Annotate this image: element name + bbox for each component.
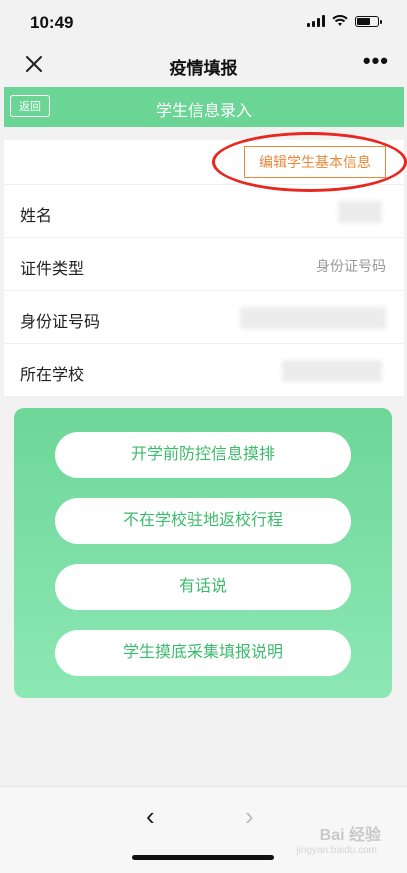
redacted-value <box>338 201 382 223</box>
redacted-value <box>240 307 386 329</box>
forward-arrow-icon[interactable]: › <box>245 801 254 832</box>
field-row-id-number[interactable]: 身份证号码 <box>4 291 404 344</box>
status-time: 10:49 <box>30 13 74 32</box>
more-options-icon[interactable]: ••• <box>363 48 389 74</box>
field-label: 姓名 <box>20 208 53 225</box>
field-value: 身份证号码 <box>316 258 386 274</box>
watermark-subtext: jingyan.baidu.com <box>296 845 377 856</box>
field-label: 所在学校 <box>20 367 85 384</box>
page-title: 疫情填报 <box>169 59 238 78</box>
signal-icon <box>307 15 325 27</box>
action-menu-panel: 开学前防控信息摸排 不在学校驻地返校行程 有话说 学生摸底采集填报说明 <box>14 408 392 698</box>
field-row-id-type[interactable]: 证件类型 身份证号码 <box>4 238 404 291</box>
redacted-value <box>282 360 382 382</box>
field-row-school[interactable]: 所在学校 <box>4 344 404 397</box>
edit-row: 编辑学生基本信息 <box>4 132 407 192</box>
feedback-button[interactable]: 有话说 <box>55 564 351 610</box>
section-title: 学生信息录入 <box>155 103 252 120</box>
nav-bar: 疫情填报 ••• <box>0 44 407 86</box>
status-icons <box>307 15 382 27</box>
edit-student-info-button[interactable]: 编辑学生基本信息 <box>244 146 386 178</box>
battery-icon <box>355 15 382 27</box>
section-header: 返回 学生信息录入 <box>4 87 404 127</box>
pre-school-survey-button[interactable]: 开学前防控信息摸排 <box>55 432 351 478</box>
bottom-bar: ‹ › Bai 经验 jingyan.baidu.com <box>0 786 407 873</box>
field-label: 证件类型 <box>20 261 85 278</box>
field-row-name[interactable]: 姓名 <box>4 185 404 238</box>
status-bar: 10:49 <box>0 0 407 44</box>
instructions-button[interactable]: 学生摸底采集填报说明 <box>55 630 351 676</box>
watermark: Bai 经验 <box>319 827 381 844</box>
return-trip-button[interactable]: 不在学校驻地返校行程 <box>55 498 351 544</box>
back-arrow-icon[interactable]: ‹ <box>146 801 155 832</box>
home-indicator[interactable] <box>132 855 274 860</box>
field-label: 身份证号码 <box>20 314 101 331</box>
student-info-form: 编辑学生基本信息 姓名 证件类型 身份证号码 身份证号码 所在学校 <box>4 132 407 397</box>
wifi-icon <box>332 15 348 26</box>
